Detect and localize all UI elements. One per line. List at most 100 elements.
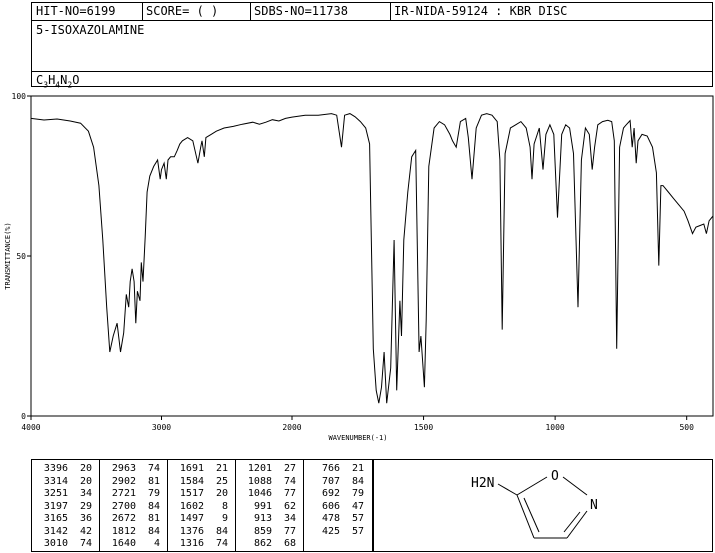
peak-row: 862 68 <box>242 538 296 549</box>
peak-wavenumber: 862 <box>253 538 272 549</box>
peak-wavenumber: 913 <box>253 513 272 524</box>
ir-spectrum-chart: 0 50 100 4000 3000 2000 1500 1000 500 TRANSMITT… <box>4 92 714 442</box>
peak-transmittance: 74 <box>79 538 92 549</box>
amine-group-label: H2N <box>471 476 494 491</box>
x-tick-label: 500 <box>679 423 694 432</box>
peak-column: 2963 74 2902 81 2721 79 2700 84 2672 81 1812 84 1640… <box>100 460 168 551</box>
peak-wavenumber: 991 <box>253 500 272 512</box>
x-tick-label: 1000 <box>545 423 564 432</box>
peak-row: 766 21 <box>310 463 364 474</box>
peak-wavenumber: 425 <box>321 525 340 537</box>
peak-transmittance: 79 <box>147 488 160 499</box>
peak-row: 3314 20 <box>38 476 92 487</box>
peak-wavenumber: 2672 <box>111 513 136 524</box>
peak-transmittance: 77 <box>283 525 296 537</box>
peak-row: 1497 9 <box>174 513 228 524</box>
peak-row: 1691 21 <box>174 463 228 474</box>
peak-column: 1691 21 1584 25 1517 20 1602 8 1497 9 1376 84 1316 74 <box>168 460 236 551</box>
peak-wavenumber: 692 <box>321 488 340 499</box>
peak-transmittance: 34 <box>79 488 92 499</box>
peak-row: 1201 27 <box>242 463 296 474</box>
peak-transmittance: 25 <box>215 475 228 487</box>
peak-transmittance: 21 <box>351 463 364 474</box>
peak-transmittance: 84 <box>147 500 160 512</box>
peak-transmittance: 20 <box>79 463 92 474</box>
peak-wavenumber: 3010 <box>43 538 68 549</box>
peak-transmittance: 81 <box>147 513 160 524</box>
peak-row: 1640 4 <box>106 538 160 549</box>
peak-wavenumber: 3396 <box>43 463 68 474</box>
peak-wavenumber: 766 <box>321 463 340 474</box>
structure-box: H2N O N <box>373 459 713 552</box>
peak-wavenumber: 1640 <box>111 538 136 549</box>
peak-transmittance: 68 <box>283 538 296 549</box>
peak-transmittance: 84 <box>351 475 364 487</box>
y-axis-ticks: 0 50 100 <box>12 92 31 421</box>
bond <box>497 483 518 496</box>
peak-row: 1812 84 <box>106 526 160 537</box>
peak-row: 1602 8 <box>174 501 228 512</box>
peak-wavenumber: 707 <box>321 475 340 487</box>
y-tick-label: 100 <box>12 92 27 101</box>
peak-row: 478 57 <box>310 513 364 524</box>
peak-row: 1517 20 <box>174 488 228 499</box>
x-tick-label: 1500 <box>414 423 433 432</box>
peak-wavenumber: 1046 <box>247 488 272 499</box>
peak-wavenumber: 478 <box>321 513 340 524</box>
peak-wavenumber: 3165 <box>43 513 68 524</box>
peak-row: 913 34 <box>242 513 296 524</box>
peak-transmittance: 57 <box>351 525 364 537</box>
peak-row: 1088 74 <box>242 476 296 487</box>
y-tick-label: 50 <box>16 252 26 261</box>
peak-row: 707 84 <box>310 476 364 487</box>
peak-transmittance: 47 <box>351 500 364 512</box>
ring-oxygen-label: O <box>551 469 559 484</box>
x-tick-label: 2000 <box>282 423 301 432</box>
peak-transmittance: 79 <box>351 488 364 499</box>
y-axis-label: TRANSMITTANCE(%) <box>4 222 12 289</box>
peak-transmittance: 62 <box>283 500 296 512</box>
peak-transmittance: 74 <box>283 475 296 487</box>
peak-row: 859 77 <box>242 526 296 537</box>
peak-wavenumber: 3142 <box>43 525 68 537</box>
peak-wavenumber: 3314 <box>43 475 68 487</box>
peak-row: 2672 81 <box>106 513 160 524</box>
peak-transmittance: 81 <box>147 475 160 487</box>
peak-wavenumber: 1088 <box>247 475 272 487</box>
peak-row: 1046 77 <box>242 488 296 499</box>
peak-transmittance: 74 <box>215 538 228 549</box>
peak-row: 3165 36 <box>38 513 92 524</box>
peak-transmittance: 29 <box>79 500 92 512</box>
peak-row: 1376 84 <box>174 526 228 537</box>
peak-wavenumber: 1812 <box>111 525 136 537</box>
peak-wavenumber: 859 <box>253 525 272 537</box>
peak-transmittance: 20 <box>215 488 228 499</box>
peak-wavenumber: 2721 <box>111 488 136 499</box>
peak-row: 2963 74 <box>106 463 160 474</box>
spectrum-line <box>30 113 714 404</box>
y-tick-label: 0 <box>21 412 26 421</box>
peak-transmittance: 74 <box>147 463 160 474</box>
peak-wavenumber: 1584 <box>179 475 204 487</box>
peak-wavenumber: 1316 <box>179 538 204 549</box>
peak-wavenumber: 1691 <box>179 463 204 474</box>
bond <box>563 511 581 533</box>
peak-column: 3396 20 3314 20 3251 34 3197 29 3165 36 3142 42 3010… <box>32 460 100 551</box>
peak-wavenumber: 3197 <box>43 500 68 512</box>
peak-row: 606 47 <box>310 501 364 512</box>
peak-transmittance: 8 <box>221 500 228 512</box>
peak-wavenumber: 1602 <box>179 500 204 512</box>
peak-wavenumber: 1497 <box>179 513 204 524</box>
peak-transmittance: 84 <box>215 525 228 537</box>
peak-wavenumber: 1517 <box>179 488 204 499</box>
peak-wavenumber: 1376 <box>179 525 204 537</box>
peak-transmittance: 9 <box>221 513 228 524</box>
peak-transmittance: 42 <box>79 525 92 537</box>
peak-table: 3396 20 3314 20 3251 34 3197 29 3165 36 3142 42 3010… <box>31 459 373 552</box>
peak-wavenumber: 2963 <box>111 463 136 474</box>
peak-row: 3251 34 <box>38 488 92 499</box>
peak-wavenumber: 1201 <box>247 463 272 474</box>
x-tick-label: 4000 <box>21 423 40 432</box>
ring-nitrogen-label: N <box>590 498 598 513</box>
peak-wavenumber: 2700 <box>111 500 136 512</box>
